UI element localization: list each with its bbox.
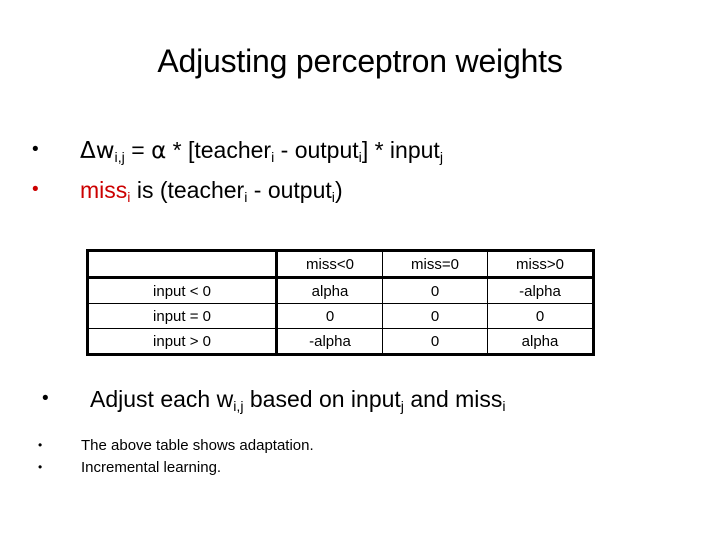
bullet-text-incremental-learning: Incremental learning. [81,459,222,476]
table-header-row: miss<0 miss=0 miss>0 [87,250,594,279]
table-row-label: input > 0 [87,328,278,355]
table-header-miss-gt: miss>0 [487,250,594,279]
w-subscript: i,j [233,398,244,415]
table-row: input = 0 0 0 0 [87,303,594,329]
table-cell: 0 [487,303,594,329]
adaptation-table: miss<0 miss=0 miss>0 input < 0 alpha 0 -… [86,249,595,356]
adjust-each-w-text: Adjust each w [90,386,234,412]
input-subscript: j [439,149,443,166]
slide-canvas: Adjusting perceptron weights • Δwi,j = α… [0,0,720,540]
bullet-text-formula: Δwi,j = α * [teacheri - outputi] * input… [80,137,443,166]
bullet-text-miss-definition: missi is (teacheri - outputi) [80,177,343,205]
table-row-label: input = 0 [87,303,278,329]
table-cell: alpha [276,277,383,304]
bullet-marker-icon: • [38,438,43,452]
output-prefix-text: - output [274,137,359,163]
bullet-text-table-note: The above table shows adaptation. [81,437,314,454]
delta-w-symbol: Δw [80,138,115,164]
table-cell: -alpha [487,277,594,304]
bullet-item-adjust-weights: • Adjust each wi,j based on inputj and m… [42,386,506,415]
minus-output-text: - output [247,177,332,203]
table-cell: 0 [382,328,488,355]
bullet-marker-icon: • [32,179,39,200]
table-body: miss<0 miss=0 miss>0 input < 0 alpha 0 -… [87,250,594,355]
teacher-prefix-text: * [teacher [166,137,272,163]
alpha-symbol: α [151,138,167,164]
table-cell: 0 [276,303,383,329]
closing-paren-text: ) [334,177,343,203]
table-header-miss-eq: miss=0 [382,250,488,279]
bullet-item-formula: • Δwi,j = α * [teacheri - outputi] * inp… [32,137,443,166]
bullet-item-miss-definition: • missi is (teacheri - outputi) [32,177,343,205]
miss-keyword: miss [80,177,128,203]
and-miss-text: and miss [403,386,503,412]
miss-is-teacher-text: is (teacher [130,177,245,203]
delta-w-subscript: i,j [114,149,125,166]
miss-subscript: i [502,398,506,415]
input-prefix-text: ] * input [361,137,440,163]
table-header-corner-cell [87,250,278,279]
bullet-marker-icon: • [38,460,43,474]
bullet-marker-icon: • [42,388,49,409]
table-cell: 0 [382,277,488,304]
page-title: Adjusting perceptron weights [157,43,563,79]
table-row: input < 0 alpha 0 -alpha [87,277,594,304]
bullet-text-adjust-weights: Adjust each wi,j based on inputj and mis… [90,386,506,415]
table-row-label: input < 0 [87,277,278,304]
table-cell: alpha [487,328,594,355]
table-cell: 0 [382,303,488,329]
bullet-item-incremental-learning: • Incremental learning. [38,459,221,477]
table-cell: -alpha [276,328,383,355]
equals-text: = [124,137,152,163]
bullet-marker-icon: • [32,139,39,160]
bullet-item-table-note: • The above table shows adaptation. [38,437,314,455]
table-row: input > 0 -alpha 0 alpha [87,328,594,355]
based-on-input-text: based on input [243,386,401,412]
table-header-miss-lt: miss<0 [276,250,383,279]
